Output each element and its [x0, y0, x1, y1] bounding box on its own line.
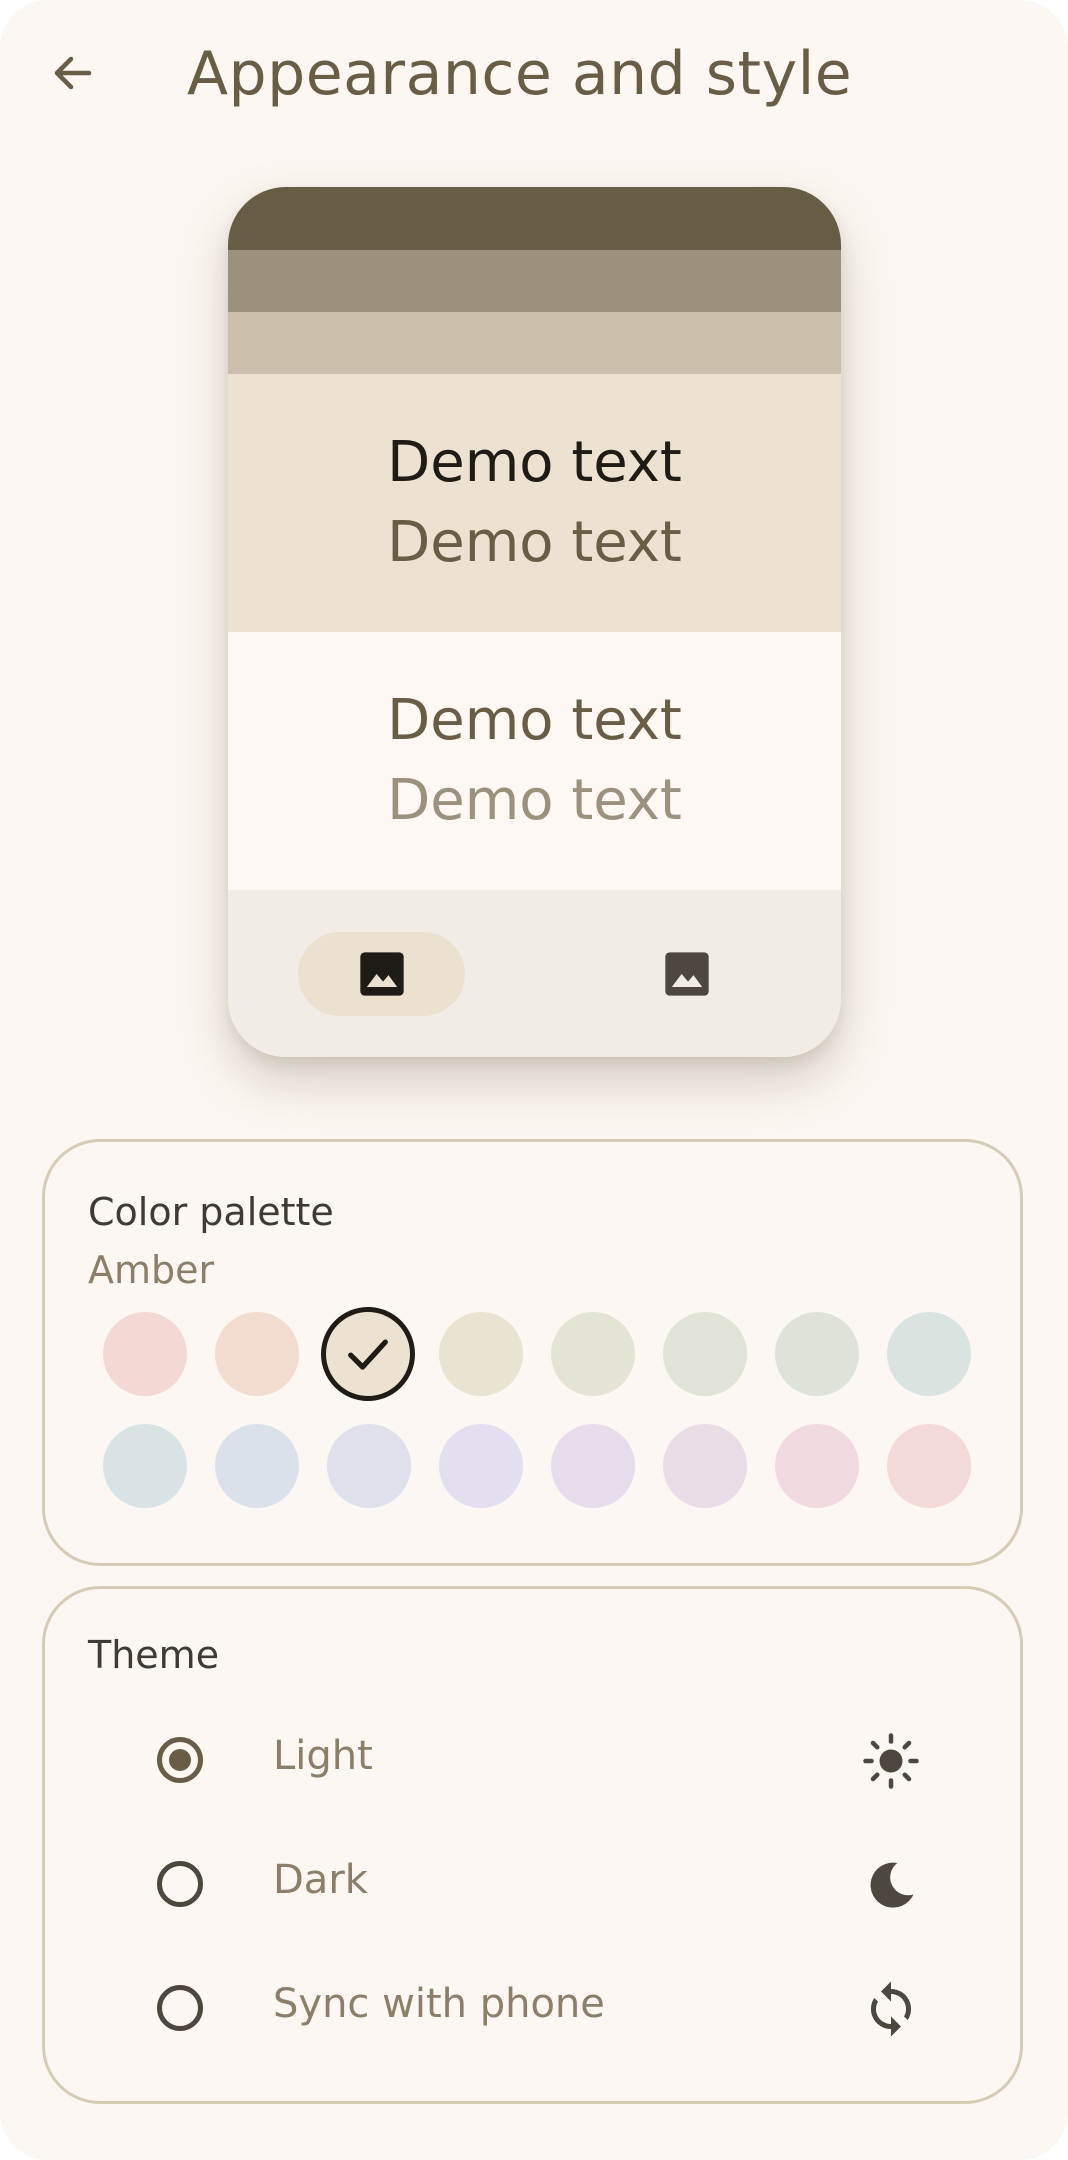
color-swatch[interactable]: [327, 1424, 411, 1508]
preview-surface: Demo text Demo text: [228, 632, 841, 890]
image-icon: [665, 952, 709, 996]
color-swatch[interactable]: [103, 1424, 187, 1508]
radio-button-checked[interactable]: [157, 1737, 203, 1783]
appearance-screen: Appearance and style Demo text Demo text…: [0, 0, 1068, 2160]
preview-band-medium: [228, 250, 841, 312]
color-swatch[interactable]: [775, 1312, 859, 1396]
preview-navigation-bar: [228, 890, 841, 1057]
theme-option-label: Sync with phone: [273, 1981, 605, 2027]
color-swatch[interactable]: [551, 1424, 635, 1508]
color-swatch[interactable]: [663, 1424, 747, 1508]
color-swatch[interactable]: [215, 1312, 299, 1396]
preview-band-light: [228, 312, 841, 374]
color-swatch[interactable]: [439, 1312, 523, 1396]
theme-option-dark[interactable]: Dark: [45, 1831, 1026, 1941]
color-swatch[interactable]: [775, 1424, 859, 1508]
color-swatch[interactable]: [551, 1312, 635, 1396]
arrow-left-icon: [54, 56, 92, 90]
demo-text: Demo text: [387, 510, 682, 575]
theme-option-label: Dark: [273, 1857, 368, 1903]
back-button[interactable]: [36, 36, 110, 110]
theme-preview-card: Demo text Demo text Demo text Demo text: [228, 187, 841, 1057]
color-palette-card: Color palette Amber: [42, 1139, 1023, 1566]
preview-nav-item-active: [298, 932, 465, 1016]
sync-icon: [870, 1981, 912, 2037]
radio-button[interactable]: [157, 1985, 203, 2031]
page-title: Appearance and style: [187, 39, 853, 109]
preview-band-dark: [228, 187, 841, 250]
preview-primary-container: Demo text Demo text: [228, 374, 841, 632]
image-icon: [359, 952, 404, 996]
radio-button[interactable]: [157, 1861, 203, 1907]
moon-icon: [870, 1862, 914, 1908]
color-swatch[interactable]: [663, 1312, 747, 1396]
demo-text: Demo text: [387, 688, 682, 753]
color-swatch[interactable]: [887, 1312, 971, 1396]
sun-icon: [863, 1733, 919, 1789]
color-swatch[interactable]: [103, 1312, 187, 1396]
theme-card: Theme Light Dark Sync with phone: [42, 1586, 1023, 2104]
color-swatch[interactable]: [887, 1424, 971, 1508]
color-swatch[interactable]: [215, 1424, 299, 1508]
theme-option-sync[interactable]: Sync with phone: [45, 1955, 1026, 2065]
palette-selected-name: Amber: [88, 1248, 215, 1292]
color-swatch-selected[interactable]: [321, 1307, 415, 1401]
palette-title: Color palette: [88, 1190, 334, 1234]
top-app-bar: Appearance and style: [0, 0, 1068, 150]
theme-title: Theme: [88, 1633, 220, 1677]
color-swatch[interactable]: [439, 1424, 523, 1508]
check-icon: [348, 1339, 388, 1370]
demo-text: Demo text: [387, 768, 682, 833]
demo-text: Demo text: [387, 430, 682, 495]
theme-option-label: Light: [273, 1733, 373, 1779]
theme-option-light[interactable]: Light: [45, 1707, 1026, 1817]
